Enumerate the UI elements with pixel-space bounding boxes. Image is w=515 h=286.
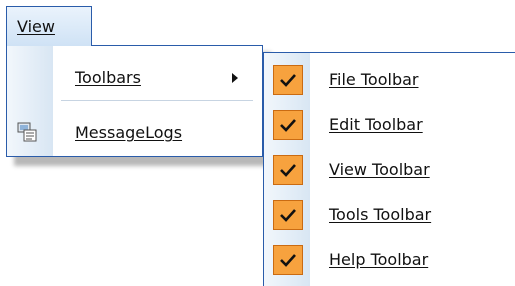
submenu-item-label: Help Toolbar xyxy=(329,250,429,269)
checkmark-icon xyxy=(273,200,303,230)
submenu-arrow-icon xyxy=(232,73,238,83)
submenu-item-label: View Toolbar xyxy=(329,160,430,179)
checkmark-icon xyxy=(273,65,303,95)
menu-item-messagelogs-label: MessageLogs xyxy=(75,123,183,142)
submenu-item-tools-toolbar[interactable]: Tools Toolbar xyxy=(264,195,515,235)
message-logs-icon xyxy=(17,121,39,143)
menu-item-toolbars-label: Toolbars xyxy=(75,68,141,87)
menu-view-label: View xyxy=(17,17,55,36)
menu-item-toolbars[interactable]: Toolbars xyxy=(7,58,262,98)
checkmark-icon xyxy=(273,110,303,140)
toolbars-submenu: File Toolbar Edit Toolbar View Toolbar T… xyxy=(263,52,515,286)
view-dropdown: Toolbars MessageLogs xyxy=(6,45,263,157)
submenu-item-file-toolbar[interactable]: File Toolbar xyxy=(264,60,515,100)
checkmark-icon xyxy=(273,245,303,275)
menu-item-messagelogs[interactable]: MessageLogs xyxy=(7,113,262,153)
submenu-item-label: Tools Toolbar xyxy=(329,205,432,224)
menu-view[interactable]: View xyxy=(6,6,92,46)
submenu-item-view-toolbar[interactable]: View Toolbar xyxy=(264,150,515,190)
submenu-item-label: File Toolbar xyxy=(329,70,419,89)
submenu-item-edit-toolbar[interactable]: Edit Toolbar xyxy=(264,105,515,145)
submenu-item-label: Edit Toolbar xyxy=(329,115,423,134)
checkmark-icon xyxy=(273,155,303,185)
submenu-item-help-toolbar[interactable]: Help Toolbar xyxy=(264,240,515,280)
menu-separator xyxy=(61,100,253,101)
